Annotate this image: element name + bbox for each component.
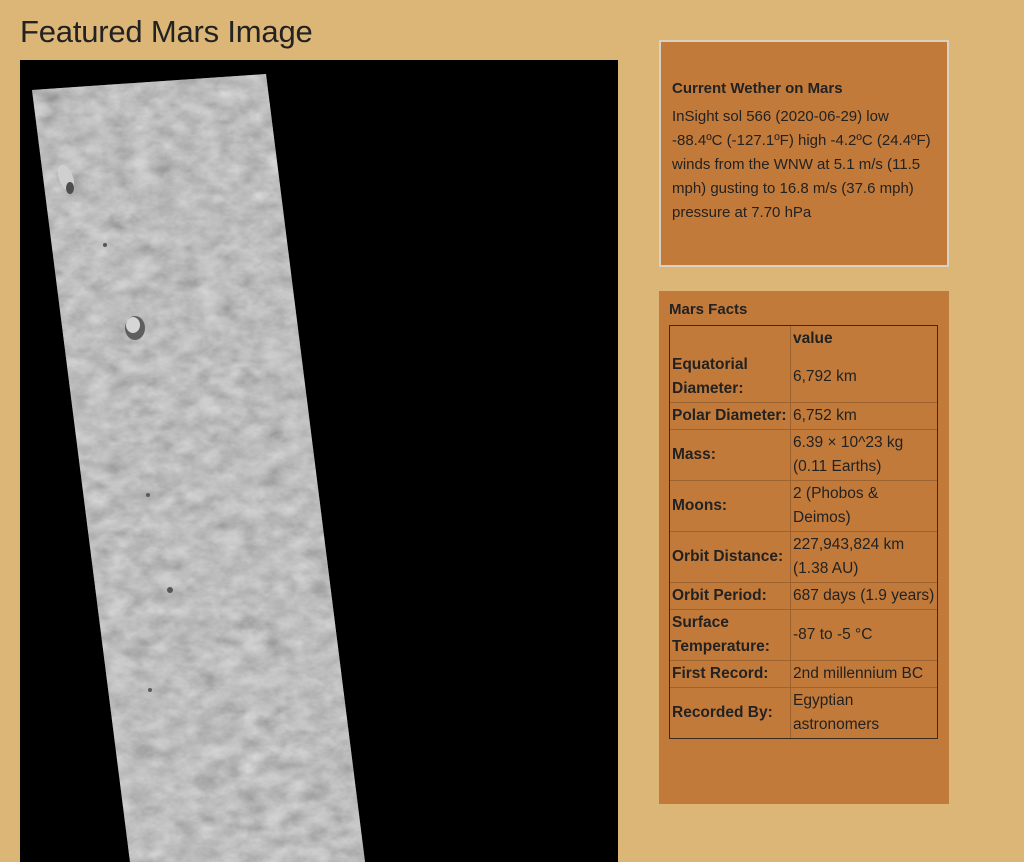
mars-facts-table: value Equatorial Diameter: 6,792 km Pola… bbox=[669, 325, 938, 739]
fact-label: Polar Diameter: bbox=[670, 403, 790, 430]
fact-value: 6,792 km bbox=[790, 352, 937, 403]
facts-title: Mars Facts bbox=[669, 301, 748, 318]
table-header-value: value bbox=[790, 326, 937, 352]
table-row: Surface Temperature: -87 to -5 °C bbox=[670, 610, 937, 661]
fact-label: First Record: bbox=[670, 661, 790, 688]
mars-facts-panel: Mars Facts value Equatorial Diameter: 6,… bbox=[659, 291, 949, 804]
featured-mars-image[interactable] bbox=[20, 60, 618, 862]
fact-value: 2 (Phobos & Deimos) bbox=[790, 481, 937, 532]
fact-label: Mass: bbox=[670, 430, 790, 481]
fact-label: Recorded By: bbox=[672, 704, 773, 721]
table-row: Orbit Period: 687 days (1.9 years) bbox=[670, 583, 937, 610]
fact-label: Equatorial Diameter: bbox=[670, 352, 790, 403]
table-row: First Record: 2nd millennium BC bbox=[670, 661, 937, 688]
fact-value: 6.39 × 10^23 kg (0.11 Earths) bbox=[790, 430, 937, 481]
fact-label: Surface Temperature: bbox=[670, 610, 790, 661]
weather-panel: Current Wether on Mars InSight sol 566 (… bbox=[659, 40, 949, 267]
fact-value: Egyptian astronomers bbox=[790, 688, 937, 738]
table-header-row: value bbox=[670, 326, 937, 352]
table-row: Polar Diameter: 6,752 km bbox=[670, 403, 937, 430]
table-row: Equatorial Diameter: 6,792 km bbox=[670, 352, 937, 403]
weather-report: InSight sol 566 (2020-06-29) low -88.4ºC… bbox=[672, 108, 931, 221]
table-row: Orbit Distance: 227,943,824 km (1.38 AU) bbox=[670, 532, 937, 583]
weather-title: Current Wether on Mars bbox=[672, 80, 843, 97]
table-row: Moons: 2 (Phobos & Deimos) bbox=[670, 481, 937, 532]
page-title: Featured Mars Image bbox=[20, 14, 313, 49]
table-row: Mass: 6.39 × 10^23 kg (0.11 Earths) bbox=[670, 430, 937, 481]
fact-label: Orbit Distance: bbox=[670, 532, 790, 583]
fact-label: Moons: bbox=[670, 481, 790, 532]
fact-value: 687 days (1.9 years) bbox=[790, 583, 937, 610]
fact-value: 6,752 km bbox=[790, 403, 937, 430]
fact-value: -87 to -5 °C bbox=[790, 610, 937, 661]
fact-value: 2nd millennium BC bbox=[790, 661, 937, 688]
table-row: Recorded By: Egyptian astronomers bbox=[670, 688, 937, 738]
fact-label: Orbit Period: bbox=[670, 583, 790, 610]
table-header-label bbox=[670, 326, 790, 352]
mars-surface-photo bbox=[20, 60, 618, 862]
fact-value: 227,943,824 km (1.38 AU) bbox=[790, 532, 937, 583]
